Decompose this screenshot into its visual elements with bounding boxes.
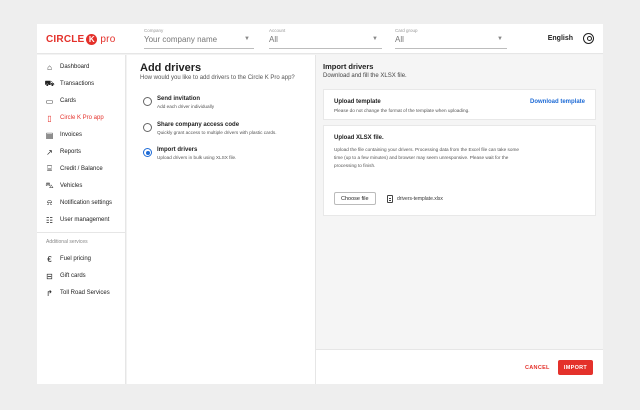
option-share-access-code[interactable]: Share company access code Quickly grant … bbox=[143, 122, 308, 140]
app-frame: CIRCLE K pro Company Your company name ▼… bbox=[37, 24, 603, 384]
upload-template-title: Upload template bbox=[334, 99, 381, 105]
bell-icon: ⍾ bbox=[46, 198, 53, 207]
sidebar: ⌂ Dashboard ⛟ Transactions ▭ Cards ▯ Cir… bbox=[37, 55, 126, 384]
download-template-link[interactable]: Download template bbox=[530, 99, 585, 105]
sidebar-item-label: Vehicles bbox=[60, 183, 83, 189]
import-drivers-title: Import drivers bbox=[323, 62, 374, 71]
import-drivers-panel: Import drivers Download and fill the XLS… bbox=[315, 55, 603, 384]
sidebar-item-label: Dashboard bbox=[60, 64, 90, 70]
sidebar-item-label: Invoices bbox=[60, 132, 83, 138]
selected-file-name: drivers-template.xlsx bbox=[397, 196, 443, 202]
sidebar-item-toll-road-services[interactable]: ↱ Toll Road Services bbox=[45, 287, 110, 299]
road-icon: ↱ bbox=[46, 288, 53, 298]
add-drivers-panel: Add drivers How would you like to add dr… bbox=[127, 55, 315, 384]
sidebar-item-circle-k-pro-app[interactable]: ▯ Circle K Pro app bbox=[45, 112, 104, 124]
sidebar-item-label: Reports bbox=[60, 149, 82, 155]
option-title: Share company access code bbox=[157, 122, 240, 128]
import-button[interactable]: IMPORT bbox=[558, 360, 593, 375]
sidebar-item-label: Circle K Pro app bbox=[60, 115, 104, 121]
radio-button-selected[interactable] bbox=[143, 148, 152, 157]
language-selector[interactable]: English bbox=[548, 35, 573, 42]
company-label: Company bbox=[144, 28, 164, 33]
sidebar-item-user-management[interactable]: ☷ User management bbox=[45, 214, 109, 226]
circle-k-pro-logo[interactable]: CIRCLE K pro bbox=[46, 34, 115, 45]
sidebar-item-cards[interactable]: ▭ Cards bbox=[45, 95, 76, 107]
sidebar-item-invoices[interactable]: ▤ Invoices bbox=[45, 129, 82, 141]
sidebar-item-label: Notification settings bbox=[60, 200, 113, 206]
user-account-icon[interactable] bbox=[583, 33, 594, 44]
sidebar-item-vehicles[interactable]: ⛍ Vehicles bbox=[45, 180, 82, 192]
card-group-label: Card group bbox=[395, 28, 418, 33]
account-value: All bbox=[269, 35, 278, 44]
car-icon: ⛍ bbox=[45, 181, 54, 190]
add-drivers-subtitle: How would you like to add drivers to the… bbox=[140, 75, 295, 81]
additional-services-heading: Additional services bbox=[46, 239, 88, 245]
sidebar-item-credit-balance[interactable]: ⌸ Credit / Balance bbox=[45, 163, 103, 175]
option-description: Quickly grant access to multiple drivers… bbox=[157, 130, 277, 135]
invoice-icon: ▤ bbox=[45, 130, 54, 140]
sidebar-item-label: Gift cards bbox=[60, 273, 86, 279]
sidebar-item-label: Transactions bbox=[60, 81, 95, 87]
sidebar-item-fuel-pricing[interactable]: € Fuel pricing bbox=[45, 253, 91, 265]
card-group-selector[interactable]: Card group All ▼ bbox=[395, 27, 507, 49]
cancel-button[interactable]: CANCEL bbox=[521, 361, 554, 375]
file-icon bbox=[387, 195, 393, 203]
card-group-value: All bbox=[395, 35, 404, 44]
phone-icon: ▯ bbox=[47, 113, 52, 123]
sidebar-item-dashboard[interactable]: ⌂ Dashboard bbox=[45, 61, 89, 73]
bank-icon: ⌸ bbox=[47, 164, 52, 173]
logo-text: CIRCLE bbox=[46, 34, 85, 45]
gift-icon: ⊟ bbox=[46, 271, 53, 281]
euro-icon: € bbox=[47, 254, 52, 264]
card-icon: ▭ bbox=[45, 96, 54, 106]
upload-xlsx-title: Upload XLSX file. bbox=[334, 135, 384, 141]
logo-pro-text: pro bbox=[100, 34, 116, 45]
option-import-drivers[interactable]: Import drivers Upload drivers in bulk us… bbox=[143, 147, 308, 165]
option-description: Add each driver individually bbox=[157, 104, 215, 109]
logo-k-badge: K bbox=[86, 34, 98, 45]
company-selector[interactable]: Company Your company name ▼ bbox=[144, 27, 254, 49]
company-value: Your company name bbox=[144, 35, 218, 44]
chevron-down-icon: ▼ bbox=[372, 36, 378, 42]
option-title: Import drivers bbox=[157, 147, 198, 153]
sidebar-item-label: Fuel pricing bbox=[60, 256, 92, 262]
option-send-invitation[interactable]: Send invitation Add each driver individu… bbox=[143, 96, 308, 114]
top-header: CIRCLE K pro Company Your company name ▼… bbox=[37, 24, 603, 54]
sidebar-divider bbox=[37, 232, 126, 233]
sidebar-item-label: Cards bbox=[60, 98, 77, 104]
action-footer: CANCEL IMPORT bbox=[315, 349, 603, 384]
users-icon: ☷ bbox=[45, 215, 54, 225]
sidebar-item-gift-cards[interactable]: ⊟ Gift cards bbox=[45, 270, 86, 282]
choose-file-button[interactable]: Choose file bbox=[334, 192, 376, 205]
account-selector[interactable]: Account All ▼ bbox=[269, 27, 382, 49]
account-label: Account bbox=[269, 28, 286, 33]
option-description: Upload drivers in bulk using XLSX file. bbox=[157, 155, 237, 160]
sidebar-item-label: Credit / Balance bbox=[60, 166, 103, 172]
add-drivers-title: Add drivers bbox=[140, 62, 202, 74]
upload-xlsx-text: Upload the file containing your drivers.… bbox=[334, 147, 519, 168]
sidebar-item-transactions[interactable]: ⛟ Transactions bbox=[44, 78, 95, 90]
radio-button[interactable] bbox=[143, 123, 152, 132]
radio-button[interactable] bbox=[143, 97, 152, 106]
upload-xlsx-card: Upload XLSX file. Upload the file contai… bbox=[323, 125, 596, 216]
sidebar-item-label: Toll Road Services bbox=[60, 290, 110, 296]
chart-icon: ↗ bbox=[46, 147, 53, 157]
chevron-down-icon: ▼ bbox=[497, 36, 503, 42]
upload-template-card: Upload template Please do not change the… bbox=[323, 89, 596, 120]
chevron-down-icon: ▼ bbox=[244, 36, 250, 42]
upload-template-text: Please do not change the format of the t… bbox=[334, 108, 470, 113]
sidebar-item-reports[interactable]: ↗ Reports bbox=[45, 146, 81, 158]
cart-icon: ⛟ bbox=[44, 79, 55, 88]
home-icon: ⌂ bbox=[47, 62, 52, 72]
sidebar-item-notification-settings[interactable]: ⍾ Notification settings bbox=[45, 197, 112, 209]
sidebar-item-label: User management bbox=[60, 217, 110, 223]
option-title: Send invitation bbox=[157, 96, 201, 102]
import-drivers-subtitle: Download and fill the XLSX file. bbox=[323, 73, 407, 79]
